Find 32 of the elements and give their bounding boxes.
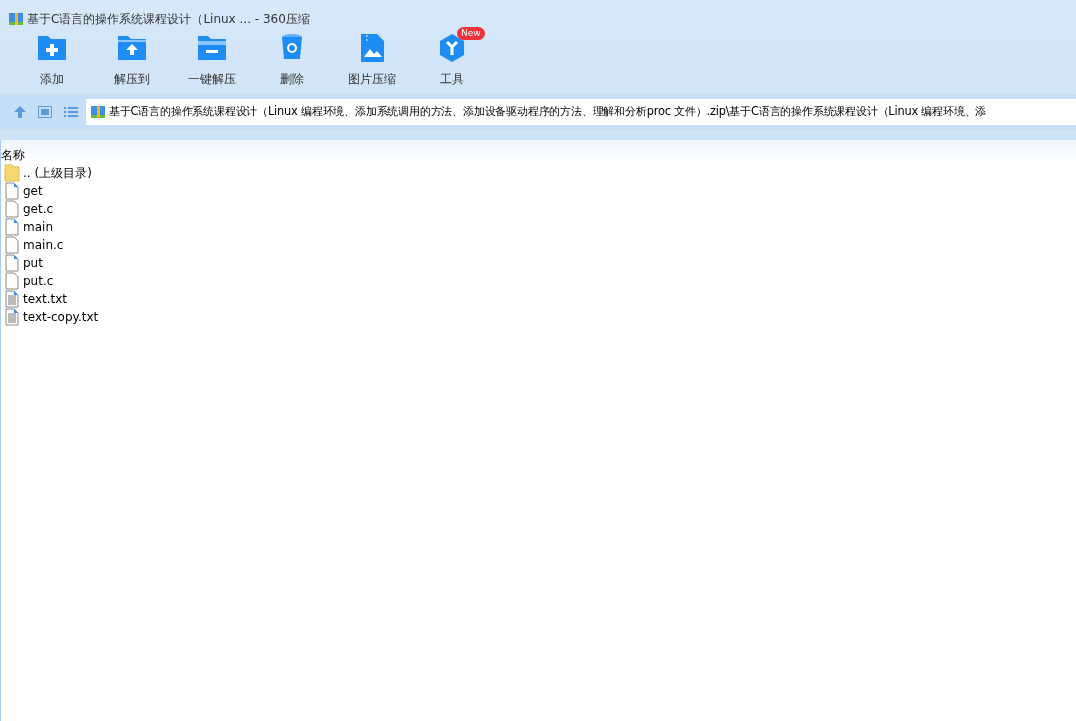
column-header[interactable]: 名称 (1, 148, 25, 162)
toolbar-button[interactable]: 解压到 (92, 32, 172, 88)
text-file-icon (4, 308, 20, 326)
folder-icon (4, 164, 20, 182)
file-row[interactable]: .. (上级目录) (0, 164, 1076, 182)
archive-icon (8, 10, 24, 27)
file-row[interactable]: get (0, 182, 1076, 200)
toolbar-button[interactable]: 一键解压 (172, 32, 252, 88)
new-badge: New (457, 27, 485, 40)
toolbar-button[interactable]: 图片压缩 (332, 32, 412, 88)
window-title: 基于C语言的操作系统课程设计（Linux ... - 360压缩 (27, 10, 310, 28)
program-file-icon (4, 182, 20, 200)
view-icon[interactable] (38, 106, 52, 118)
archive-icon (90, 104, 106, 120)
file-row[interactable]: get.c (0, 200, 1076, 218)
address-field[interactable]: 基于C语言的操作系统课程设计（Linux 编程环境、添加系统调用的方法、添加设备驱动程序的方法、理解和分析proc 文件）.zip\基于C语言的操作系统课程设计（Linux 编程环境、添 (86, 99, 1076, 125)
up-arrow-icon[interactable] (13, 105, 27, 119)
file-row[interactable]: main (0, 218, 1076, 236)
file-row[interactable]: put.c (0, 272, 1076, 290)
program-file-icon (4, 218, 20, 236)
program-file-icon (4, 254, 20, 272)
toolbar-button[interactable]: 删除 (252, 32, 332, 88)
file-row[interactable]: text-copy.txt (0, 308, 1076, 326)
file-row[interactable]: put (0, 254, 1076, 272)
text-file-icon (4, 290, 20, 308)
list-icon[interactable] (64, 106, 78, 118)
file-row[interactable]: text.txt (0, 290, 1076, 308)
file-icon (4, 200, 20, 218)
file-row[interactable]: main.c (0, 236, 1076, 254)
toolbar-button[interactable]: 添加 (12, 32, 92, 88)
file-icon (4, 236, 20, 254)
file-icon (4, 272, 20, 290)
